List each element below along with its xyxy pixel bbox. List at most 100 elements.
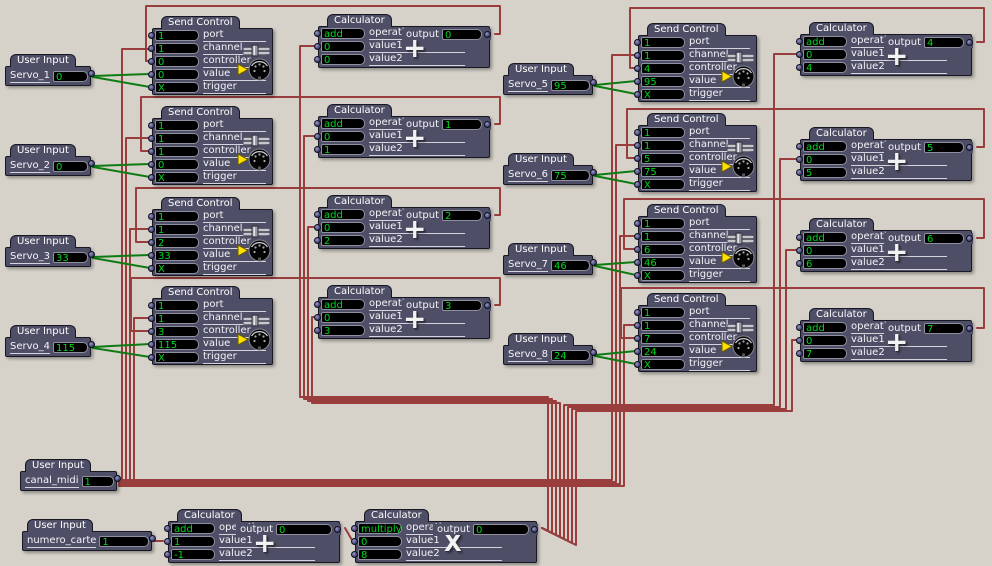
operation-connector[interactable] bbox=[796, 143, 803, 150]
value1-field[interactable]: 0 bbox=[358, 536, 402, 547]
send-control-node-6[interactable]: Send Control 1port 1channel 5controller … bbox=[638, 125, 757, 192]
input-value-field[interactable]: 95 bbox=[551, 80, 590, 91]
send-control-node-4[interactable]: Send Control 1port 1channel 3controller … bbox=[152, 298, 273, 365]
value2-connector[interactable] bbox=[314, 237, 321, 244]
input-value-field[interactable]: 1 bbox=[99, 536, 149, 547]
node-title[interactable]: Calculator bbox=[364, 509, 429, 522]
value2-field[interactable]: 1 bbox=[321, 144, 365, 155]
trigger-field[interactable]: X bbox=[155, 172, 199, 183]
value-field[interactable]: 46 bbox=[641, 257, 685, 268]
trigger-connector[interactable] bbox=[634, 361, 641, 368]
node-title[interactable]: Send Control bbox=[647, 293, 726, 306]
input-value-field[interactable]: 0 bbox=[53, 161, 88, 172]
value1-field[interactable]: 0 bbox=[803, 335, 847, 346]
user-input-node-servo6[interactable]: User Input Servo_675 bbox=[503, 165, 593, 185]
port-field[interactable]: 1 bbox=[155, 120, 199, 131]
operation-connector[interactable] bbox=[314, 301, 321, 308]
port-connector[interactable] bbox=[634, 129, 641, 136]
value1-field[interactable]: 0 bbox=[803, 245, 847, 256]
output-connector[interactable] bbox=[88, 160, 95, 167]
output-connector[interactable] bbox=[590, 259, 597, 266]
operation-connector[interactable] bbox=[314, 120, 321, 127]
controller-field[interactable]: 6 bbox=[641, 244, 685, 255]
value1-field[interactable]: 0 bbox=[321, 131, 365, 142]
calculator-node-4[interactable]: Calculator addoperation 0value1 3value2 … bbox=[318, 297, 490, 339]
operation-connector[interactable] bbox=[351, 525, 358, 532]
calculator-node-1[interactable]: Calculator addoperation 0value1 0value2 … bbox=[318, 26, 490, 68]
node-title[interactable]: Calculator bbox=[327, 104, 392, 117]
value2-connector[interactable] bbox=[796, 260, 803, 267]
channel-field[interactable]: 1 bbox=[155, 133, 199, 144]
value2-connector[interactable] bbox=[164, 551, 171, 558]
value1-connector[interactable] bbox=[314, 43, 321, 50]
output-connector[interactable] bbox=[334, 526, 341, 533]
value2-field[interactable]: 0 bbox=[321, 54, 365, 65]
output-connector[interactable] bbox=[531, 526, 538, 533]
input-value-field[interactable]: 115 bbox=[53, 342, 88, 353]
node-title[interactable]: Send Control bbox=[647, 113, 726, 126]
calculator-node-6[interactable]: Calculator addoperation 0value1 5value2 … bbox=[800, 139, 972, 181]
controller-field[interactable]: 0 bbox=[155, 56, 199, 67]
port-field[interactable]: 1 bbox=[641, 37, 685, 48]
send-control-node-3[interactable]: Send Control 1port 1channel 2controller … bbox=[152, 209, 273, 276]
value1-field[interactable]: 0 bbox=[321, 222, 365, 233]
trigger-field[interactable]: X bbox=[641, 179, 685, 190]
value-field[interactable]: 0 bbox=[155, 69, 199, 80]
input-value-field[interactable]: 0 bbox=[53, 71, 88, 82]
value2-field[interactable]: 6 bbox=[803, 258, 847, 269]
node-title[interactable]: User Input bbox=[10, 144, 76, 157]
output-connector[interactable] bbox=[590, 349, 597, 356]
node-title[interactable]: User Input bbox=[508, 153, 574, 166]
output-connector[interactable] bbox=[590, 169, 597, 176]
trigger-field[interactable]: X bbox=[155, 82, 199, 93]
controller-connector[interactable] bbox=[634, 335, 641, 342]
output-connector[interactable] bbox=[88, 70, 95, 77]
calculator-node-7[interactable]: Calculator addoperation 0value1 6value2 … bbox=[800, 230, 972, 272]
operation-field[interactable]: multiply bbox=[358, 523, 402, 534]
operation-connector[interactable] bbox=[314, 211, 321, 218]
node-title[interactable]: User Input bbox=[508, 243, 574, 256]
fader-icon[interactable] bbox=[243, 225, 270, 238]
controller-connector[interactable] bbox=[148, 58, 155, 65]
operation-field[interactable]: add bbox=[321, 118, 365, 129]
fader-icon[interactable] bbox=[727, 321, 754, 334]
output-connector[interactable] bbox=[966, 325, 973, 332]
port-connector[interactable] bbox=[148, 213, 155, 220]
value2-connector[interactable] bbox=[351, 551, 358, 558]
calculator-node-2[interactable]: Calculator addoperation 0value1 1value2 … bbox=[318, 116, 490, 158]
fader-icon[interactable] bbox=[727, 51, 754, 64]
port-connector[interactable] bbox=[634, 220, 641, 227]
port-field[interactable]: 1 bbox=[155, 300, 199, 311]
operation-field[interactable]: add bbox=[803, 322, 847, 333]
fader-icon[interactable] bbox=[243, 44, 270, 57]
value2-field[interactable]: 4 bbox=[803, 62, 847, 73]
channel-field[interactable]: 1 bbox=[641, 50, 685, 61]
controller-connector[interactable] bbox=[148, 148, 155, 155]
value2-connector[interactable] bbox=[314, 56, 321, 63]
controller-field[interactable]: 2 bbox=[155, 237, 199, 248]
fader-icon[interactable] bbox=[243, 134, 270, 147]
value2-field[interactable]: 2 bbox=[321, 235, 365, 246]
user-input-node-canal-midi[interactable]: User Input canal_midi1 bbox=[20, 471, 117, 491]
calculator-node-offset[interactable]: Calculator addoperation 1value1 -1value2… bbox=[168, 521, 340, 563]
controller-connector[interactable] bbox=[634, 246, 641, 253]
channel-connector[interactable] bbox=[634, 233, 641, 240]
channel-field[interactable]: 1 bbox=[155, 224, 199, 235]
trigger-field[interactable]: X bbox=[155, 352, 199, 363]
channel-connector[interactable] bbox=[634, 52, 641, 59]
output-connector[interactable] bbox=[590, 79, 597, 86]
value-field[interactable]: 0 bbox=[155, 159, 199, 170]
channel-field[interactable]: 1 bbox=[641, 320, 685, 331]
output-connector[interactable] bbox=[88, 251, 95, 258]
trigger-connector[interactable] bbox=[634, 272, 641, 279]
trigger-field[interactable]: X bbox=[641, 89, 685, 100]
value1-field[interactable]: 0 bbox=[321, 312, 365, 323]
node-title[interactable]: Calculator bbox=[809, 22, 874, 35]
value2-connector[interactable] bbox=[796, 169, 803, 176]
output-connector[interactable] bbox=[114, 475, 121, 482]
fader-icon[interactable] bbox=[727, 141, 754, 154]
trigger-field[interactable]: X bbox=[641, 359, 685, 370]
value-connector[interactable] bbox=[148, 71, 155, 78]
node-title[interactable]: Calculator bbox=[809, 127, 874, 140]
output-connector[interactable] bbox=[149, 535, 156, 542]
